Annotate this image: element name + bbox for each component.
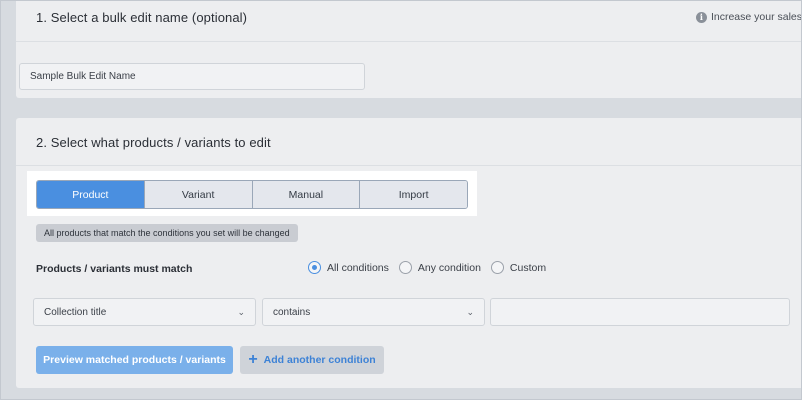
plus-icon: + [248, 351, 258, 368]
hint-text: Increase your sales [710, 11, 802, 23]
radio-any-condition[interactable]: Any condition [398, 261, 481, 274]
preview-matched-button[interactable]: Preview matched products / variants [36, 346, 233, 374]
select-value: Collection title [44, 306, 107, 318]
radio-custom[interactable]: Custom [490, 261, 547, 274]
radio-label: Custom [509, 261, 547, 274]
radio-all-conditions[interactable]: All conditions [308, 261, 389, 274]
selection-mode-tabs: Product Variant Manual Import [36, 180, 468, 209]
chevron-down-icon: ⌄ [466, 306, 474, 317]
radio-button[interactable] [398, 261, 412, 274]
section-title: 2. Select what products / variants to ed… [36, 135, 271, 150]
match-radio-group: All conditions Any condition Custom [308, 261, 556, 274]
card-header: 1. Select a bulk edit name (optional) i … [16, 0, 802, 42]
radio-label: Any condition [417, 261, 481, 274]
tab-variant[interactable]: Variant [143, 181, 252, 208]
hint[interactable]: i Increase your sales [695, 11, 802, 23]
condition-operator-select[interactable]: contains ⌄ [262, 298, 485, 326]
conditions-notice: All products that match the conditions y… [36, 224, 298, 242]
tab-product[interactable]: Product [37, 181, 144, 208]
tab-manual[interactable]: Manual [251, 181, 360, 208]
add-condition-label: Add another condition [263, 354, 376, 366]
radio-button[interactable] [490, 261, 504, 274]
select-value: contains [273, 306, 311, 318]
radio-label: All conditions [327, 261, 389, 274]
card-header: 2. Select what products / variants to ed… [16, 118, 802, 166]
tab-import[interactable]: Import [359, 181, 467, 208]
radio-button[interactable] [308, 261, 321, 274]
info-icon: i [695, 11, 707, 23]
section-title: 1. Select a bulk edit name (optional) [36, 10, 248, 25]
condition-value-input[interactable] [490, 298, 790, 326]
match-label: Products / variants must match [36, 263, 193, 275]
condition-field-select[interactable]: Collection title ⌄ [33, 298, 256, 326]
chevron-down-icon: ⌄ [237, 306, 245, 317]
add-condition-button[interactable]: + Add another condition [240, 346, 384, 374]
bulk-edit-name-input[interactable] [19, 63, 365, 90]
